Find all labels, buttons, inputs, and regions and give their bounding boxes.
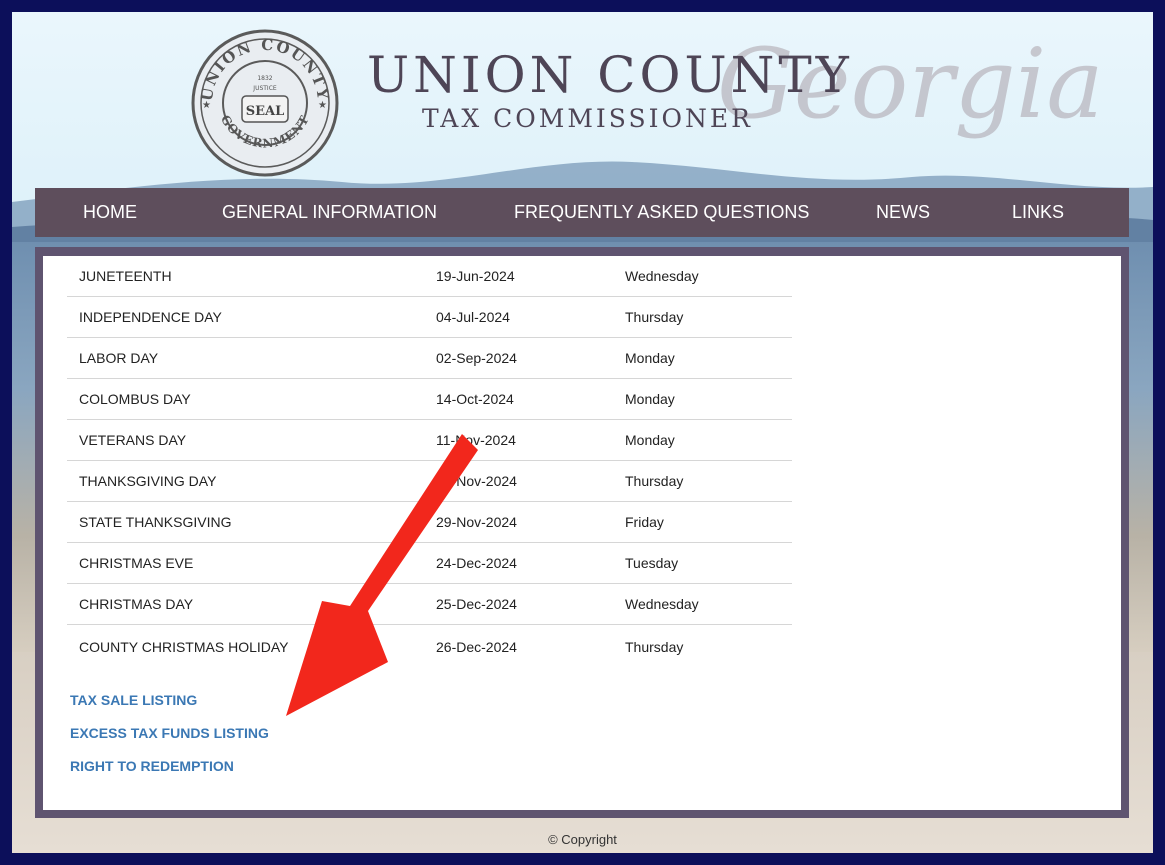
holiday-name-cell: CHRISTMAS DAY bbox=[67, 583, 424, 625]
holiday-name-cell: VETERANS DAY bbox=[67, 419, 424, 461]
holiday-day-cell: Thursday bbox=[613, 296, 792, 338]
site-title: UNION COUNTY bbox=[367, 46, 853, 104]
table-row: JUNETEENTH 19-Jun-2024 Wednesday bbox=[67, 256, 792, 297]
table-row: THANKSGIVING DAY 28-Nov-2024 Thursday bbox=[67, 460, 792, 502]
tax-sale-listing-link[interactable]: TAX SALE LISTING bbox=[70, 684, 269, 717]
holiday-date-cell: 14-Oct-2024 bbox=[424, 378, 613, 420]
holiday-name-cell: COUNTY CHRISTMAS HOLIDAY bbox=[79, 639, 289, 655]
holiday-name-cell: LABOR DAY bbox=[67, 337, 424, 379]
nav-item-links[interactable]: LINKS bbox=[1012, 188, 1064, 237]
nav-item-general-information[interactable]: GENERAL INFORMATION bbox=[222, 188, 437, 237]
holiday-day-cell: Wednesday bbox=[613, 583, 792, 625]
holiday-date-cell: 04-Jul-2024 bbox=[424, 296, 613, 338]
excess-tax-funds-link[interactable]: EXCESS TAX FUNDS LISTING bbox=[70, 717, 269, 750]
nav-item-home[interactable]: HOME bbox=[83, 188, 137, 237]
table-row: LABOR DAY 02-Sep-2024 Monday bbox=[67, 337, 792, 379]
tax-links: TAX SALE LISTING EXCESS TAX FUNDS LISTIN… bbox=[70, 684, 269, 783]
table-row: INDEPENDENCE DAY 04-Jul-2024 Thursday bbox=[67, 296, 792, 338]
seal-center-text: SEAL bbox=[246, 104, 285, 119]
seal-year: 1832 bbox=[257, 75, 272, 82]
table-row: COLOMBUS DAY 14-Oct-2024 Monday bbox=[67, 378, 792, 420]
county-seal-logo: UNION COUNTY GOVERNMENT 1832 JUSTICE SEA… bbox=[191, 29, 339, 177]
holiday-date-cell: 29-Nov-2024 bbox=[424, 501, 613, 543]
holiday-day-cell: Wednesday bbox=[613, 256, 792, 297]
holiday-date-cell: 02-Sep-2024 bbox=[424, 337, 613, 379]
right-to-redemption-link[interactable]: RIGHT TO REDEMPTION bbox=[70, 750, 269, 783]
holiday-day-cell: Thursday bbox=[625, 639, 684, 655]
holiday-date-cell: 24-Dec-2024 bbox=[424, 542, 613, 584]
nav-item-faq[interactable]: FREQUENTLY ASKED QUESTIONS bbox=[514, 188, 809, 237]
main-content: JUNETEENTH 19-Jun-2024 Wednesday INDEPENDEN… bbox=[43, 256, 1121, 810]
svg-text:★: ★ bbox=[202, 100, 211, 111]
table-row: CHRISTMAS DAY 25-Dec-2024 Wednesday bbox=[67, 583, 792, 625]
holiday-day-cell: Monday bbox=[613, 378, 792, 420]
nav-item-news[interactable]: NEWS bbox=[876, 188, 930, 237]
site-subtitle: TAX COMMISSIONER bbox=[422, 104, 753, 133]
holiday-date-cell: 11-Nov-2024 bbox=[424, 419, 613, 461]
holiday-name-cell: JUNETEENTH bbox=[67, 256, 424, 297]
table-row: COUNTY CHRISTMAS HOLIDAY 26-Dec-2024 Thurs… bbox=[67, 625, 792, 670]
page-frame: UNION COUNTY GOVERNMENT 1832 JUSTICE SEA… bbox=[12, 12, 1153, 853]
holiday-day-cell: Friday bbox=[613, 501, 792, 543]
table-row: CHRISTMAS EVE 24-Dec-2024 Tuesday bbox=[67, 542, 792, 584]
holiday-date-cell: 19-Jun-2024 bbox=[424, 256, 613, 297]
holiday-day-cell: Monday bbox=[613, 419, 792, 461]
holiday-name-cell: INDEPENDENCE DAY bbox=[67, 296, 424, 338]
main-nav: HOME GENERAL INFORMATION FREQUENTLY ASKE… bbox=[35, 188, 1129, 237]
svg-text:★: ★ bbox=[318, 100, 327, 111]
seal-ribbon: JUSTICE bbox=[252, 85, 277, 92]
holiday-table: JUNETEENTH 19-Jun-2024 Wednesday INDEPENDEN… bbox=[67, 256, 792, 669]
holiday-day-cell: Thursday bbox=[613, 460, 792, 502]
holiday-name-cell: STATE THANKSGIVING bbox=[67, 501, 424, 543]
holiday-day-cell: Tuesday bbox=[613, 542, 792, 584]
holiday-day-cell: Monday bbox=[613, 337, 792, 379]
table-row: VETERANS DAY 11-Nov-2024 Monday bbox=[67, 419, 792, 461]
holiday-name-cell: THANKSGIVING DAY bbox=[67, 460, 424, 502]
holiday-date-cell: 25-Dec-2024 bbox=[424, 583, 613, 625]
holiday-date-cell: 28-Nov-2024 bbox=[424, 460, 613, 502]
table-row: STATE THANKSGIVING 29-Nov-2024 Friday bbox=[67, 501, 792, 543]
holiday-name-cell: CHRISTMAS EVE bbox=[67, 542, 424, 584]
holiday-name-cell: COLOMBUS DAY bbox=[67, 378, 424, 420]
holiday-date-cell: 26-Dec-2024 bbox=[436, 639, 517, 655]
footer-copyright: © Copyright bbox=[548, 832, 617, 847]
